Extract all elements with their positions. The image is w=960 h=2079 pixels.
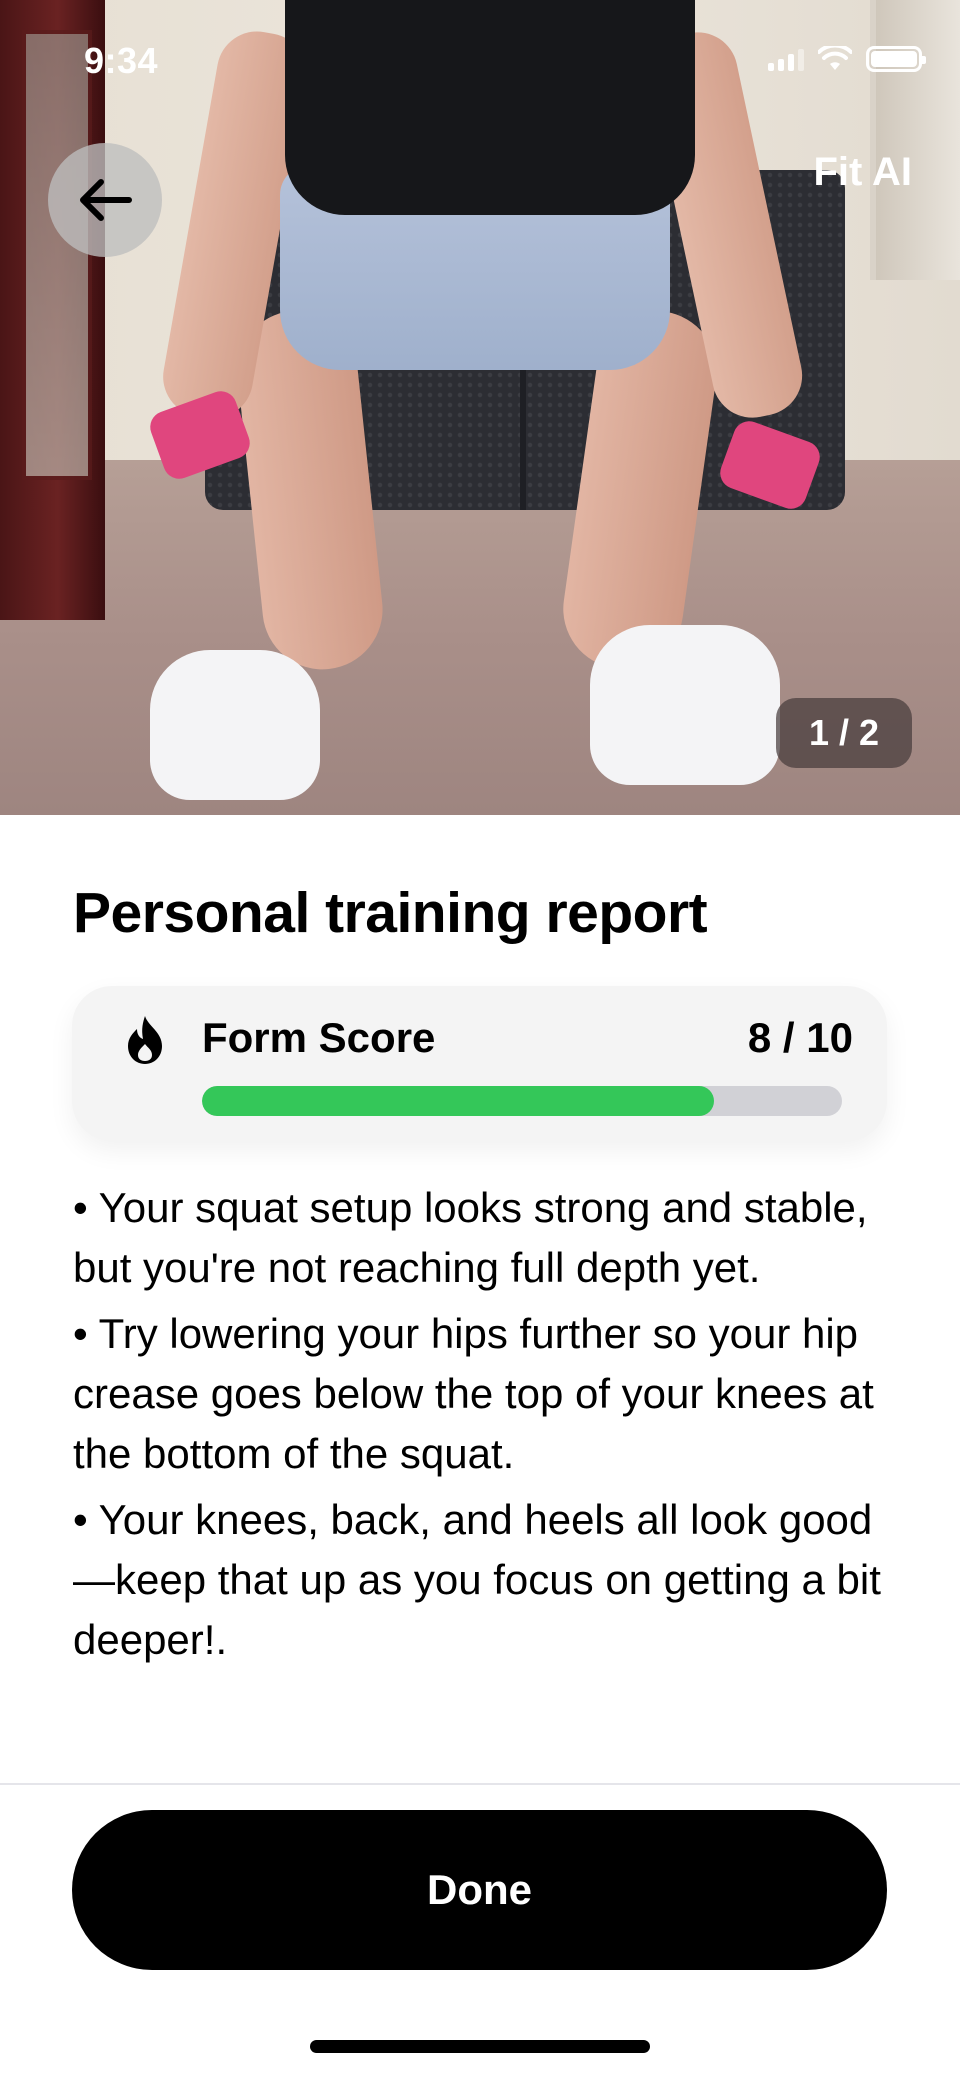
photo-left-shoe (150, 650, 320, 800)
cellular-signal-icon (768, 47, 804, 71)
photo-shirt (285, 0, 695, 215)
arrow-left-icon (80, 179, 132, 221)
feedback-list: • Your squat setup looks strong and stab… (73, 1178, 903, 1676)
footer-divider (0, 1783, 960, 1785)
form-score-progress-fill (202, 1086, 714, 1116)
form-score-card: Form Score 8 / 10 (72, 986, 887, 1141)
home-indicator (310, 2040, 650, 2053)
photo-cabinet-glass (22, 30, 92, 480)
status-icons (768, 44, 926, 74)
status-time: 9:34 (84, 40, 159, 81)
photo-door (870, 0, 960, 280)
form-score-progress-track (202, 1086, 842, 1116)
photo-right-shoe (590, 625, 780, 785)
exercise-photo (0, 0, 960, 815)
form-score-label: Form Score (202, 1014, 436, 1061)
feedback-item: • Your squat setup looks strong and stab… (73, 1184, 868, 1291)
back-button[interactable] (48, 143, 162, 257)
media-page-counter: 1 / 2 (776, 698, 912, 768)
battery-icon (866, 46, 926, 72)
wifi-icon (818, 46, 852, 70)
brand-label: Fit AI (813, 150, 913, 194)
feedback-item: • Try lowering your hips further so your… (73, 1310, 874, 1477)
feedback-item: • Your knees, back, and heels all look g… (73, 1496, 881, 1663)
form-score-value: 8 / 10 (747, 1014, 853, 1061)
flame-icon (128, 1016, 162, 1064)
page-title: Personal training report (73, 881, 708, 945)
done-button[interactable]: Done (72, 1810, 887, 1970)
